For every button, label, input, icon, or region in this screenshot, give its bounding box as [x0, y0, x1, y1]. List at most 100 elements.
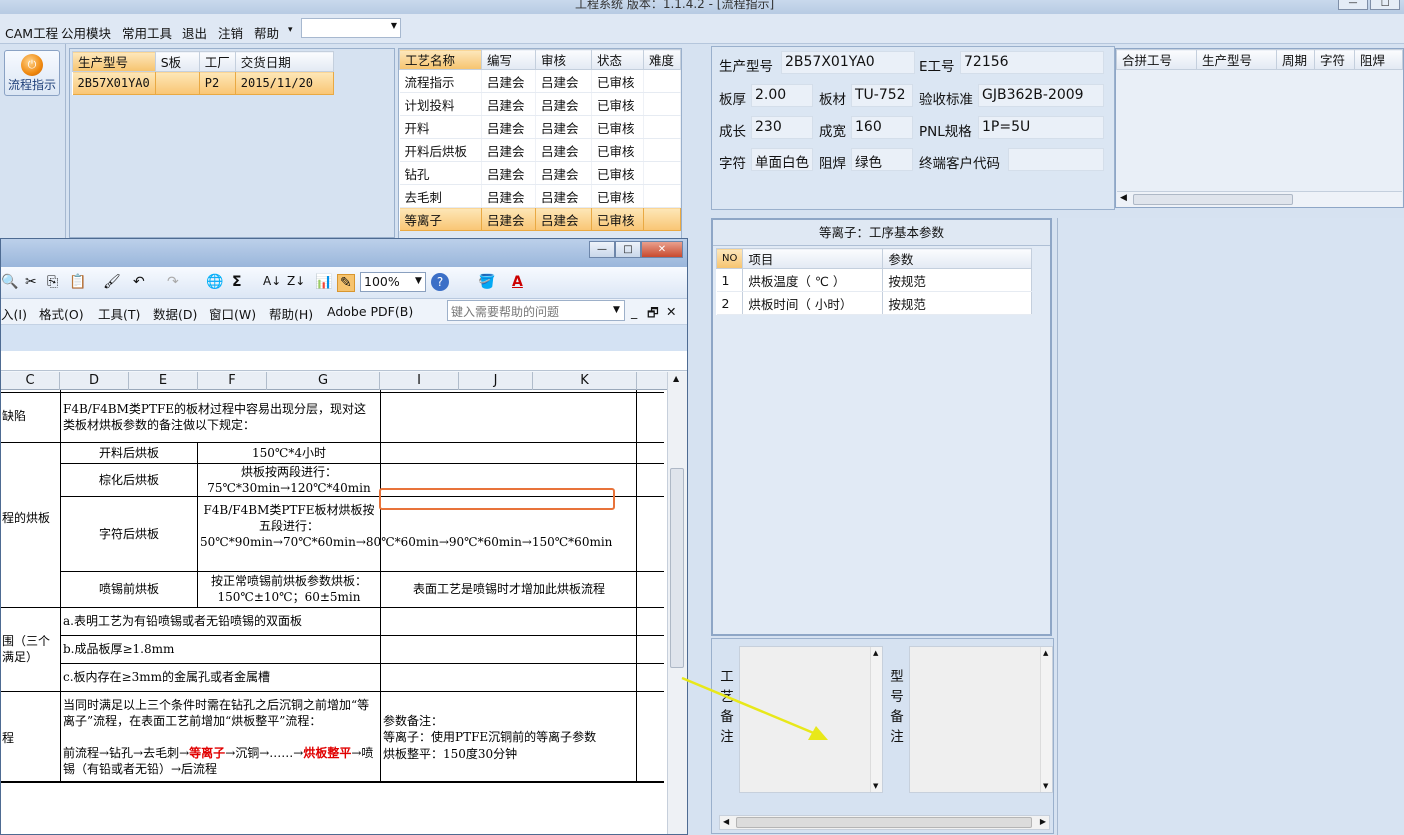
thickness-field[interactable]: 2.00 [751, 84, 813, 107]
close-icon[interactable]: ✕ [666, 304, 676, 319]
menu-help[interactable]: 帮助(H) [269, 304, 313, 323]
table-row[interactable]: 钻孔 吕建会 吕建会 已审核 [399, 161, 681, 185]
menu-data[interactable]: 数据(D) [153, 304, 197, 323]
flow-indicator-button[interactable]: ⏻ 流程指示 [4, 50, 60, 96]
col-param[interactable]: 参数 [882, 248, 1032, 269]
zoom-dropdown-icon[interactable]: ▼ [415, 276, 422, 286]
col-header-j[interactable]: J [459, 372, 533, 390]
sort-ascending-icon[interactable]: A↓ [263, 274, 281, 288]
col-header-e[interactable]: E [129, 372, 198, 390]
table-row[interactable]: 2B57X01YA0 P2 2015/11/20 [72, 71, 335, 95]
chart-wizard-icon[interactable]: 📊 [315, 274, 332, 290]
merge-horizontal-scrollbar[interactable]: ◀ [1117, 191, 1402, 207]
restore-icon[interactable]: 🗗 [647, 304, 659, 325]
sort-descending-icon[interactable]: Z↓ [287, 274, 305, 288]
model-notes-scrollbar[interactable]: ▲ ▼ [1040, 647, 1052, 792]
help-search-input[interactable]: 键入需要帮助的问题 [447, 300, 625, 321]
notes-horizontal-scrollbar[interactable]: ◀ ▶ [719, 815, 1050, 830]
minimize-icon[interactable]: — [1338, 0, 1368, 10]
material-field[interactable]: TU-752 [851, 84, 913, 107]
table-row[interactable]: 等离子 吕建会 吕建会 已审核 [399, 207, 681, 231]
formula-bar[interactable] [1, 351, 687, 371]
menu-format[interactable]: 格式(O) [39, 304, 84, 323]
cut-icon[interactable]: ✂ [25, 274, 37, 290]
scroll-right-icon[interactable]: ▶ [1040, 817, 1046, 826]
autosum-icon[interactable]: Σ [232, 274, 242, 290]
table-row[interactable]: 开料 吕建会 吕建会 已审核 [399, 115, 681, 139]
module-combo[interactable]: ▼ [301, 18, 401, 38]
help-icon[interactable]: ? [431, 273, 449, 291]
col-merge-char[interactable]: 字符 [1314, 49, 1355, 70]
col-header-d[interactable]: D [60, 372, 129, 390]
scroll-down-icon[interactable]: ▼ [1043, 782, 1048, 790]
maximize-icon[interactable]: □ [1370, 0, 1400, 10]
col-header-c[interactable]: C [1, 372, 60, 390]
table-row[interactable]: 1 烘板温度（ ℃ ）按规范 [716, 268, 1032, 292]
silkscreen-field[interactable]: 单面白色 [751, 148, 813, 171]
format-painter-icon[interactable]: 🖌 [103, 274, 121, 290]
model-notes-box[interactable]: ▲ ▼ [909, 646, 1053, 793]
scroll-down-icon[interactable]: ▼ [873, 782, 878, 790]
col-header-k[interactable]: K [533, 372, 637, 390]
menu-exit[interactable]: 退出 [182, 23, 207, 42]
scroll-thumb[interactable] [1133, 194, 1293, 205]
width-field[interactable]: 160 [851, 116, 913, 139]
menu-tools[interactable]: 工具(T) [98, 304, 140, 323]
scroll-up-icon[interactable]: ▲ [873, 649, 878, 657]
help-dropdown-icon[interactable]: ▾ [288, 25, 293, 35]
restore-icon[interactable]: □ [615, 241, 641, 258]
menu-window[interactable]: 窗口(W) [209, 304, 256, 323]
col-merge-model[interactable]: 生产型号 [1196, 49, 1277, 70]
col-author[interactable]: 编写 [481, 49, 536, 70]
process-notes-scrollbar[interactable]: ▲ ▼ [870, 647, 882, 792]
fill-color-icon[interactable]: 🪣 [478, 274, 495, 290]
menu-public-module[interactable]: 公用模块 [61, 23, 111, 42]
col-merge-period[interactable]: 周期 [1276, 49, 1315, 70]
drawing-icon[interactable]: ✎ [337, 274, 355, 292]
col-merge-no[interactable]: 合拼工号 [1116, 49, 1197, 70]
col-reviewer[interactable]: 审核 [535, 49, 592, 70]
col-status[interactable]: 状态 [591, 49, 644, 70]
col-factory[interactable]: 工厂 [198, 51, 236, 72]
col-merge-mask[interactable]: 阻焊 [1354, 49, 1403, 70]
soldermask-field[interactable]: 绿色 [851, 148, 913, 171]
copy-icon[interactable]: ⎘ [47, 274, 58, 290]
table-row[interactable]: 计划投料 吕建会 吕建会 已审核 [399, 92, 681, 116]
spreadsheet[interactable]: 缺陷 F4B/F4BM类PTFE的板材过程中容易出现分层，现对这类板材烘板参数的… [1, 390, 667, 834]
undo-icon[interactable]: ↶ [133, 274, 145, 290]
table-row[interactable]: 流程指示 吕建会 吕建会 已审核 [399, 69, 681, 93]
excel-title-bar[interactable]: — □ ✕ [1, 239, 687, 267]
font-color-icon[interactable]: A [512, 274, 523, 290]
paste-icon[interactable]: 📋 [69, 274, 86, 290]
scroll-thumb[interactable] [736, 817, 1032, 828]
help-search-dropdown-icon[interactable]: ▼ [613, 305, 620, 315]
menu-adobe-pdf[interactable]: Adobe PDF(B) [327, 304, 413, 319]
col-process-name[interactable]: 工艺名称 [399, 49, 482, 70]
minimize-icon[interactable]: — [589, 241, 615, 258]
table-row[interactable]: 开料后烘板 吕建会 吕建会 已审核 [399, 138, 681, 162]
menu-cam[interactable]: CAM工程 [5, 23, 58, 42]
table-row[interactable]: 去毛刺 吕建会 吕建会 已审核 [399, 184, 681, 208]
model-field[interactable]: 2B57X01YA0 [781, 51, 915, 74]
scroll-left-icon[interactable]: ◀ [723, 817, 729, 826]
eno-field[interactable]: 72156 [960, 51, 1104, 74]
scroll-up-icon[interactable]: ▲ [673, 374, 679, 383]
minimize-icon[interactable]: _ [631, 304, 637, 319]
scroll-up-icon[interactable]: ▲ [1043, 649, 1048, 657]
menu-insert[interactable]: 入(I) [1, 304, 27, 323]
col-difficulty[interactable]: 难度 [643, 49, 681, 70]
length-field[interactable]: 230 [751, 116, 813, 139]
col-item[interactable]: 项目 [742, 248, 884, 269]
table-row[interactable]: 2 烘板时间（ 小时） 按规范 [716, 291, 1032, 315]
standard-field[interactable]: GJB362B-2009 [978, 84, 1104, 107]
scroll-thumb[interactable] [670, 468, 684, 668]
col-header-i[interactable]: I [380, 372, 459, 390]
menu-help[interactable]: 帮助 [254, 23, 279, 42]
redo-icon[interactable]: ↷ [167, 274, 179, 290]
scroll-left-icon[interactable]: ◀ [1120, 193, 1127, 203]
col-header-g[interactable]: G [267, 372, 380, 390]
col-delivery-date[interactable]: 交货日期 [234, 51, 335, 72]
col-no[interactable]: NO [715, 248, 744, 269]
pnl-field[interactable]: 1P=5U [978, 116, 1104, 139]
menu-logout[interactable]: 注销 [218, 23, 243, 42]
